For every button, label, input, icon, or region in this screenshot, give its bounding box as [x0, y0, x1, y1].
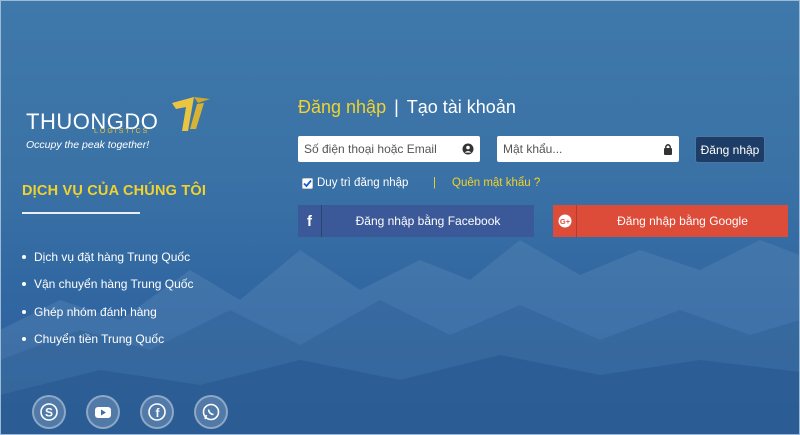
skype-icon[interactable]: S	[32, 395, 66, 429]
svg-text:G+: G+	[559, 217, 570, 226]
google-login-button[interactable]: G+ Đăng nhập bằng Google	[553, 205, 788, 237]
lock-icon	[664, 144, 672, 155]
svg-text:S: S	[45, 406, 53, 420]
auth-tabs: Đăng nhập | Tạo tài khoản	[298, 97, 516, 118]
service-list: Dịch vụ đặt hàng Trung Quốc Vận chuyển h…	[22, 243, 193, 353]
service-item[interactable]: Vận chuyển hàng Trung Quốc	[22, 271, 193, 299]
bullet-icon	[22, 337, 26, 342]
service-item-label: Dịch vụ đặt hàng Trung Quốc	[34, 249, 191, 264]
facebook-icon: f	[298, 205, 322, 237]
bullet-icon	[22, 282, 26, 287]
bullet-icon	[22, 309, 26, 314]
user-icon	[462, 143, 474, 155]
service-item-label: Chuyển tiền Trung Quốc	[34, 332, 165, 347]
service-item-label: Ghép nhóm đánh hàng	[34, 304, 157, 319]
remember-checkbox[interactable]	[302, 177, 313, 189]
google-plus-icon: G+	[553, 205, 577, 237]
svg-text:f: f	[156, 406, 161, 420]
phone-email-field[interactable]	[298, 136, 480, 162]
facebook-icon[interactable]: f	[140, 395, 174, 429]
service-item-label: Vận chuyển hàng Trung Quốc	[34, 277, 194, 292]
phone-email-input[interactable]	[304, 142, 462, 156]
password-input[interactable]	[503, 142, 663, 156]
forgot-password-link[interactable]: Quên mật khẩu ?	[452, 177, 540, 189]
services-title: DỊCH VỤ CỦA CHÚNG TÔI	[22, 183, 207, 199]
link-separator: |	[433, 177, 436, 189]
service-item[interactable]: Chuyển tiền Trung Quốc	[22, 326, 193, 354]
remember-me[interactable]: Duy trì đăng nhập	[302, 177, 408, 189]
service-item[interactable]: Dịch vụ đặt hàng Trung Quốc	[22, 243, 193, 271]
tab-login[interactable]: Đăng nhập	[298, 97, 386, 118]
bullet-icon	[22, 254, 26, 259]
brand-logo[interactable]: THUONGDO LOGISTICS Occupy the peak toget…	[24, 95, 210, 155]
password-field[interactable]	[497, 136, 679, 162]
facebook-login-label: Đăng nhập bằng Facebook	[355, 214, 501, 228]
google-login-label: Đăng nhập bằng Google	[617, 214, 748, 228]
brand-tagline: Occupy the peak together!	[26, 139, 150, 151]
facebook-login-button[interactable]: f Đăng nhập bằng Facebook	[298, 205, 534, 237]
checkmark-icon	[303, 179, 312, 187]
services-divider	[22, 212, 140, 214]
tab-register[interactable]: Tạo tài khoản	[407, 97, 516, 118]
login-button[interactable]: Đăng nhập	[695, 136, 765, 163]
whatsapp-icon[interactable]	[194, 395, 228, 429]
social-links: S f	[32, 395, 228, 429]
logo-mark-icon	[172, 97, 210, 131]
service-item[interactable]: Ghép nhóm đánh hàng	[22, 298, 193, 326]
remember-label: Duy trì đăng nhập	[317, 177, 409, 189]
brand-subname: LOGISTICS	[94, 128, 150, 135]
tab-separator: |	[394, 97, 399, 117]
youtube-icon[interactable]	[86, 395, 120, 429]
